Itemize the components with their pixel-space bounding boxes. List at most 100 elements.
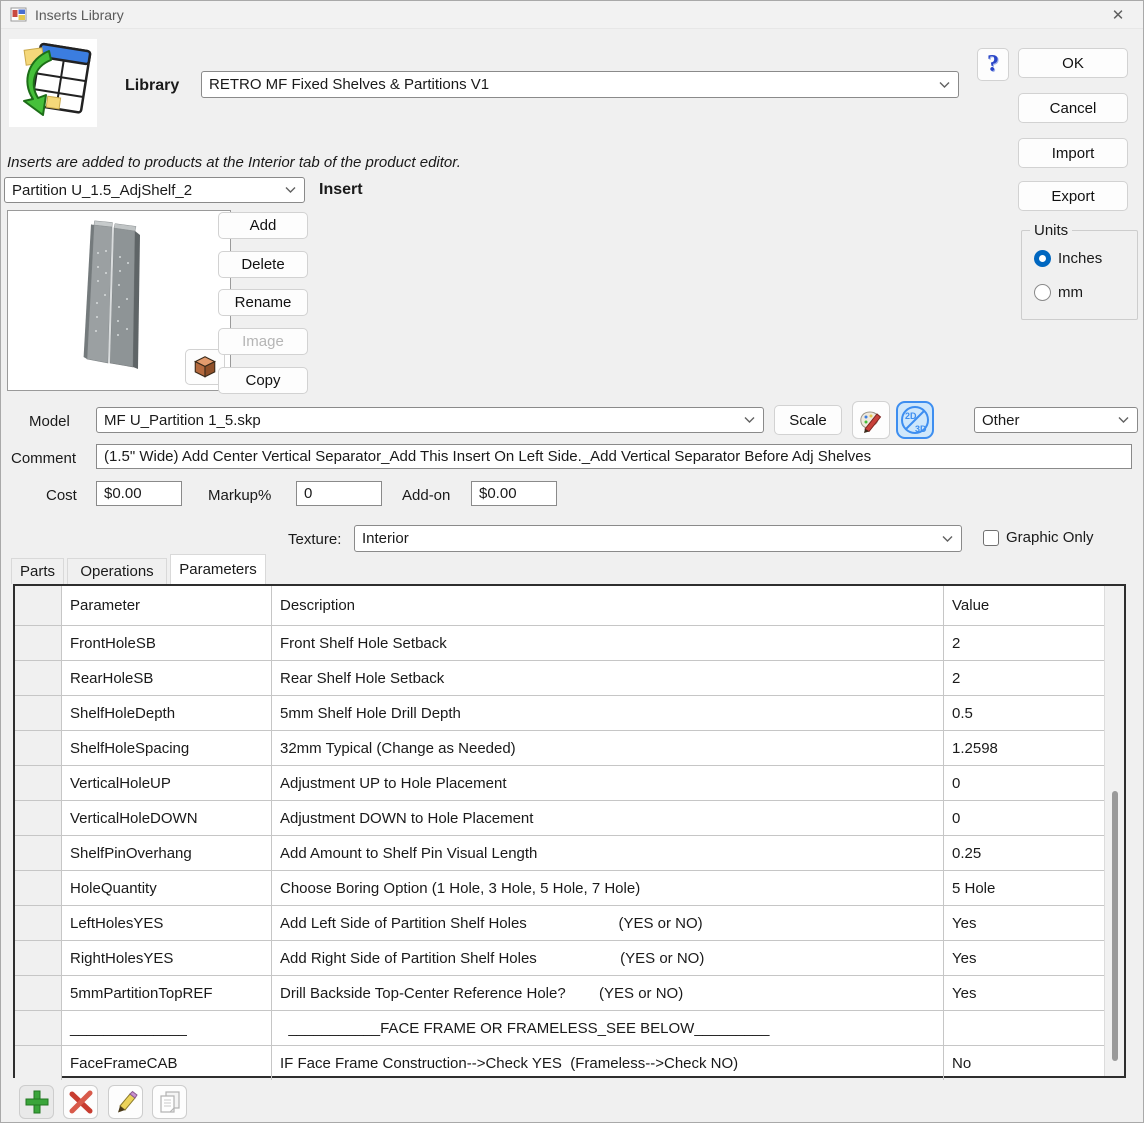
model-select[interactable]: MF U_Partition 1_5.skp [96, 407, 764, 433]
table-header-row: Parameter Description Value [15, 586, 1124, 625]
help-button[interactable]: ? [977, 48, 1009, 81]
delete-insert-button[interactable]: Delete [218, 251, 308, 278]
cost-label: Cost [46, 487, 77, 504]
library-select[interactable]: RETRO MF Fixed Shelves & Partitions V1 [201, 71, 959, 98]
scrollbar-thumb[interactable] [1112, 791, 1118, 1061]
inserts-note: Inserts are added to products at the Int… [7, 154, 461, 171]
parameter-header: Parameter [61, 586, 271, 625]
delete-parameter-button[interactable] [63, 1085, 98, 1119]
cost-input[interactable]: $0.00 [96, 481, 182, 506]
tab-operations-label: Operations [80, 563, 153, 580]
markup-label: Markup% [208, 487, 271, 504]
tab-operations[interactable]: Operations [67, 558, 167, 584]
copy-insert-button[interactable]: Copy [218, 367, 308, 394]
comment-input-value: (1.5" Wide) Add Center Vertical Separato… [104, 448, 871, 465]
markup-input[interactable]: 0 [296, 481, 382, 506]
value-header: Value [943, 586, 1104, 625]
texture-paint-button[interactable] [852, 401, 890, 439]
inserts-library-icon [9, 39, 97, 127]
addon-input[interactable]: $0.00 [471, 481, 557, 506]
close-button[interactable]: ✕ [1101, 1, 1135, 29]
import-button[interactable]: Import [1018, 138, 1128, 168]
duplicate-parameter-button[interactable] [152, 1085, 187, 1119]
chevron-down-icon [939, 81, 950, 88]
checkbox-unchecked-icon [983, 530, 999, 546]
comment-input[interactable]: (1.5" Wide) Add Center Vertical Separato… [96, 444, 1132, 469]
table-row[interactable]: ______________ ___________FACE FRAME OR … [15, 1010, 1124, 1045]
texture-select-value: Interior [362, 530, 409, 547]
table-row[interactable]: VerticalHoleDOWN Adjustment DOWN to Hole… [15, 800, 1124, 835]
rename-insert-button[interactable]: Rename [218, 289, 308, 316]
ok-button[interactable]: OK [1018, 48, 1128, 78]
svg-text:2D: 2D [905, 411, 917, 421]
title-bar: Inserts Library [1, 1, 1143, 29]
inserts-library-dialog: Inserts Library ✕ Library RETRO MF Fixed… [0, 0, 1144, 1123]
addon-label: Add-on [402, 487, 450, 504]
library-label: Library [125, 77, 179, 95]
pencil-icon [114, 1090, 138, 1114]
insert-select[interactable]: Partition U_1.5_AdjShelf_2 [4, 177, 305, 203]
insert-label: Insert [319, 181, 363, 199]
parameters-table: Parameter Description Value FrontHoleSB … [13, 584, 1126, 1078]
add-insert-button[interactable]: Add [218, 212, 308, 239]
graphic-only-checkbox[interactable]: Graphic Only [983, 529, 1094, 546]
units-inches-label: Inches [1058, 250, 1102, 267]
chevron-down-icon [942, 535, 953, 542]
tab-parts-label: Parts [20, 563, 55, 580]
model-category-select[interactable]: Other [974, 407, 1138, 433]
library-select-value: RETRO MF Fixed Shelves & Partitions V1 [209, 76, 489, 93]
units-groupbox-title: Units [1030, 222, 1072, 239]
table-row[interactable]: ShelfPinOverhang Add Amount to Shelf Pin… [15, 835, 1124, 870]
svg-text:3D: 3D [915, 424, 927, 434]
units-mm-label: mm [1058, 284, 1083, 301]
edit-parameter-button[interactable] [108, 1085, 143, 1119]
table-row[interactable]: VerticalHoleUP Adjustment UP to Hole Pla… [15, 765, 1124, 800]
cost-input-value: $0.00 [104, 485, 142, 502]
texture-label: Texture: [288, 531, 341, 548]
units-radio-mm[interactable]: mm [1034, 284, 1083, 301]
units-radio-inches[interactable]: Inches [1034, 250, 1102, 267]
tab-parts[interactable]: Parts [11, 558, 64, 584]
window-form-icon [10, 6, 27, 23]
markup-input-value: 0 [304, 485, 312, 502]
comment-label: Comment [11, 450, 76, 467]
radio-unselected-icon [1034, 284, 1051, 301]
window-title: Inserts Library [35, 7, 124, 23]
image-insert-button: Image [218, 328, 308, 355]
table-row[interactable]: FrontHoleSB Front Shelf Hole Setback 2 [15, 625, 1124, 660]
table-row[interactable]: ShelfHoleSpacing 32mm Typical (Change as… [15, 730, 1124, 765]
table-row[interactable]: RightHolesYES Add Right Side of Partitio… [15, 940, 1124, 975]
chevron-down-icon [744, 417, 755, 424]
model-category-value: Other [982, 412, 1020, 429]
add-parameter-button[interactable] [19, 1085, 54, 1119]
export-button[interactable]: Export [1018, 181, 1128, 211]
description-header: Description [271, 586, 943, 625]
addon-input-value: $0.00 [479, 485, 517, 502]
cancel-button[interactable]: Cancel [1018, 93, 1128, 123]
chevron-down-icon [285, 187, 296, 194]
radio-selected-icon [1034, 250, 1051, 267]
tab-parameters[interactable]: Parameters [170, 554, 266, 584]
graphic-only-label: Graphic Only [1006, 529, 1094, 546]
plus-icon [24, 1089, 50, 1115]
row-selector-header [15, 586, 61, 625]
chevron-down-icon [1118, 417, 1129, 424]
palette-pencil-icon [857, 406, 885, 434]
table-row[interactable]: 5mmPartitionTopREF Drill Backside Top-Ce… [15, 975, 1124, 1010]
units-groupbox: Units Inches mm [1021, 230, 1138, 320]
copy-pages-icon [157, 1089, 183, 1115]
table-row[interactable]: FaceFrameCAB IF Face Frame Construction-… [15, 1045, 1124, 1080]
table-scrollbar[interactable] [1104, 586, 1124, 1076]
table-row[interactable]: HoleQuantity Choose Boring Option (1 Hol… [15, 870, 1124, 905]
model-label: Model [29, 413, 70, 430]
table-row[interactable]: ShelfHoleDepth 5mm Shelf Hole Drill Dept… [15, 695, 1124, 730]
table-row[interactable]: LeftHolesYES Add Left Side of Partition … [15, 905, 1124, 940]
model-select-value: MF U_Partition 1_5.skp [104, 412, 261, 429]
insert-select-value: Partition U_1.5_AdjShelf_2 [12, 182, 192, 199]
table-row[interactable]: RearHoleSB Rear Shelf Hole Setback 2 [15, 660, 1124, 695]
tab-parameters-label: Parameters [179, 561, 257, 578]
red-x-icon [68, 1089, 94, 1115]
scale-button[interactable]: Scale [774, 405, 842, 435]
texture-select[interactable]: Interior [354, 525, 962, 552]
toggle-2d-3d-button[interactable]: 2D 3D [896, 401, 934, 439]
